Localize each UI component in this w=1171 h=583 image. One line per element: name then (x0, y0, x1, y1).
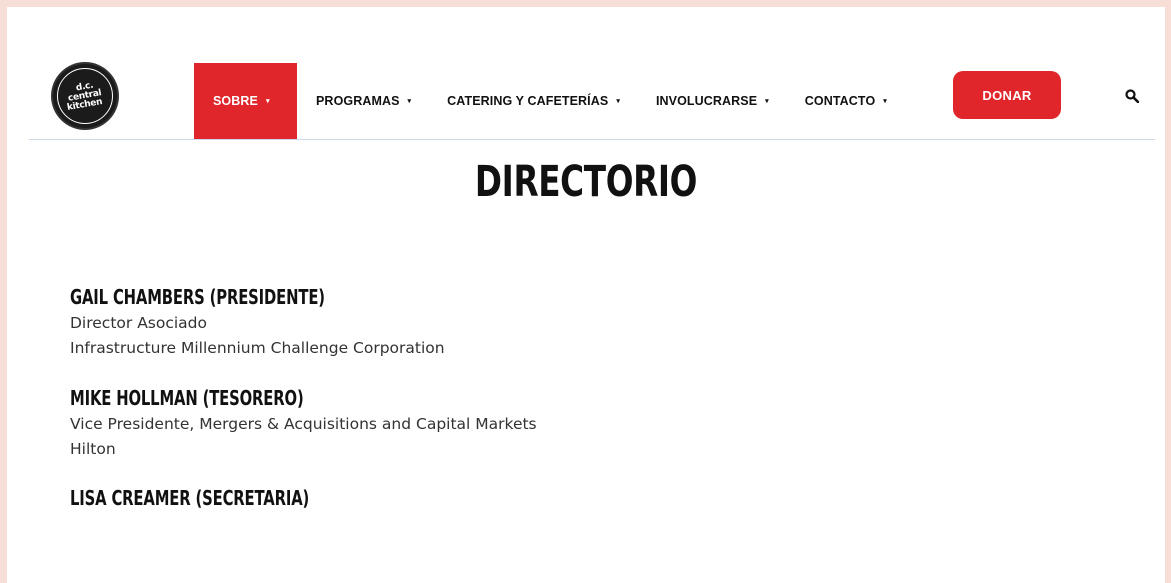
member-name: LISA CREAMER (SECRETARIA) (70, 486, 310, 510)
nav-item-involucrarse[interactable]: INVOLUCRARSE ▾ (656, 63, 769, 139)
header-divider (29, 139, 1155, 140)
dc-central-kitchen-logo[interactable]: d.c. central kitchen (53, 64, 117, 128)
member-name: GAIL CHAMBERS (PRESIDENTE) (70, 285, 325, 309)
member-title: Vice Presidente, Mergers & Acquisitions … (70, 415, 537, 433)
search-icon[interactable] (1125, 89, 1139, 103)
nav-item-contacto[interactable]: CONTACTO ▾ (805, 63, 887, 139)
caret-down-icon: ▾ (883, 98, 887, 105)
nav-item-label: CATERING Y CAFETERÍAS (447, 94, 609, 108)
page-frame: d.c. central kitchen SOBRE ▾ PROGRAMAS ▾… (7, 7, 1165, 583)
site-header: d.c. central kitchen SOBRE ▾ PROGRAMAS ▾… (7, 7, 1165, 139)
logo-mark: d.c. central kitchen (57, 68, 113, 124)
nav-item-label: PROGRAMAS (316, 94, 400, 108)
caret-down-icon: ▾ (265, 98, 270, 105)
page-title: DIRECTORIO (474, 157, 698, 207)
member-title: Director Asociado (70, 314, 208, 332)
member-organization: Infrastructure Millennium Challenge Corp… (70, 339, 445, 357)
caret-down-icon: ▾ (616, 98, 620, 105)
donate-button[interactable]: DONAR (953, 71, 1061, 119)
main-navigation: SOBRE ▾ PROGRAMAS ▾ CATERING Y CAFETERÍA… (194, 63, 906, 139)
nav-item-sobre[interactable]: SOBRE ▾ (194, 63, 297, 139)
nav-item-label: SOBRE (213, 94, 258, 108)
directory-entry: MIKE HOLLMAN (TESORERO) Vice Presidente,… (70, 386, 537, 462)
nav-item-catering[interactable]: CATERING Y CAFETERÍAS ▾ (447, 63, 620, 139)
directory-entry: GAIL CHAMBERS (PRESIDENTE) Director Asoc… (70, 285, 445, 361)
member-name: MIKE HOLLMAN (TESORERO) (70, 386, 304, 410)
member-organization: Hilton (70, 440, 116, 458)
directory-entry: LISA CREAMER (SECRETARIA) (70, 486, 393, 512)
nav-item-label: INVOLUCRARSE (655, 94, 758, 108)
caret-down-icon: ▾ (765, 98, 769, 105)
caret-down-icon: ▾ (407, 98, 412, 105)
nav-item-label: CONTACTO (804, 94, 876, 108)
nav-item-programas[interactable]: PROGRAMAS ▾ (316, 63, 411, 139)
